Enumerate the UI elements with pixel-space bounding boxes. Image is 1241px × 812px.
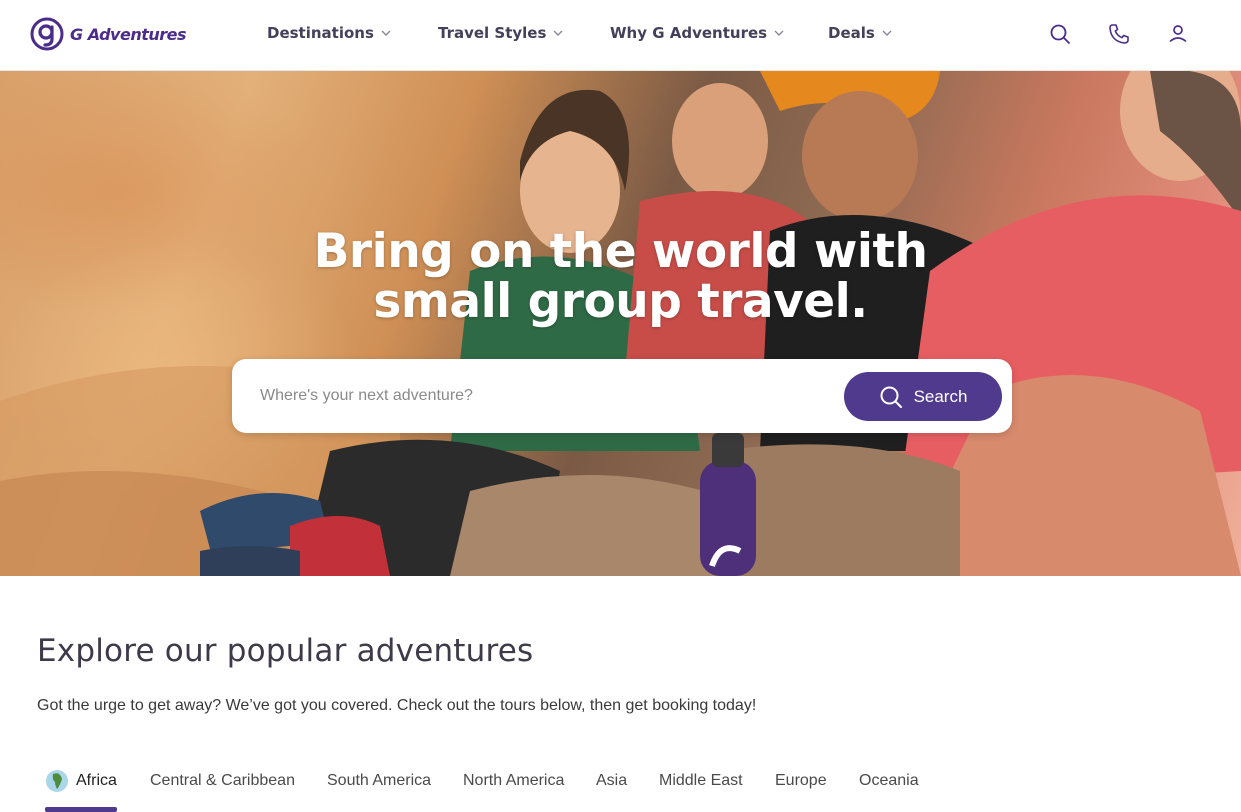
nav-destinations[interactable]: Destinations	[267, 24, 391, 42]
section-subtitle: Got the urge to get away? We’ve got you …	[37, 697, 757, 714]
search-button-label: Search	[913, 386, 968, 406]
nav-travel-styles-label: Travel Styles	[438, 24, 547, 42]
nav-travel-styles[interactable]: Travel Styles	[438, 24, 563, 42]
phone-icon[interactable]	[1107, 22, 1131, 46]
africa-globe-icon	[46, 770, 68, 792]
nav-deals-label: Deals	[828, 24, 875, 42]
section-title: Explore our popular adventures	[37, 633, 534, 669]
tab-middle-east[interactable]: Middle East	[659, 772, 743, 790]
hero-title: Bring on the world with small group trav…	[0, 227, 1241, 327]
tab-central-caribbean[interactable]: Central & Caribbean	[150, 772, 295, 790]
g-logo-icon	[30, 17, 64, 51]
hero-title-line-2: small group travel.	[373, 274, 868, 329]
tab-asia[interactable]: Asia	[596, 772, 627, 790]
tab-south-america[interactable]: South America	[327, 772, 431, 790]
tab-north-america[interactable]: North America	[463, 772, 564, 790]
tab-europe[interactable]: Europe	[775, 772, 827, 790]
chevron-down-icon	[553, 30, 563, 36]
hero-banner: Bring on the world with small group trav…	[0, 71, 1241, 576]
nav-why-label: Why G Adventures	[610, 24, 768, 42]
chevron-down-icon	[774, 30, 784, 36]
nav-deals[interactable]: Deals	[828, 24, 892, 42]
chevron-down-icon	[381, 30, 391, 36]
tab-africa[interactable]: Africa	[76, 772, 117, 790]
site-header: G Adventures Destinations Travel Styles …	[0, 0, 1241, 71]
hero-search-box: Search	[232, 359, 1012, 433]
brand-logo[interactable]: G Adventures	[30, 17, 187, 51]
user-icon[interactable]	[1166, 22, 1190, 46]
active-tab-indicator	[45, 807, 117, 812]
chevron-down-icon	[882, 30, 892, 36]
hero-title-line-1: Bring on the world with	[313, 224, 928, 279]
search-icon[interactable]	[1048, 22, 1072, 46]
brand-name: G Adventures	[70, 24, 187, 44]
search-icon	[880, 386, 902, 408]
nav-why-g-adventures[interactable]: Why G Adventures	[610, 24, 784, 42]
search-button[interactable]: Search	[844, 372, 1002, 421]
destination-search-input[interactable]	[260, 381, 820, 411]
region-tabs: Africa Central & Caribbean South America…	[0, 760, 1241, 812]
nav-destinations-label: Destinations	[267, 24, 374, 42]
tab-oceania[interactable]: Oceania	[859, 772, 919, 790]
